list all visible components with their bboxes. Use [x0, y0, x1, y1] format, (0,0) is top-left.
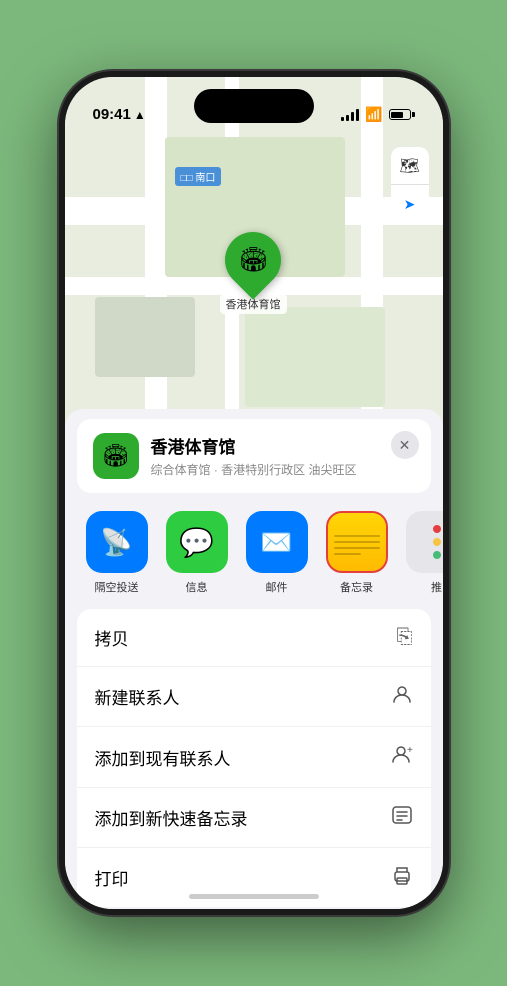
stadium-pin: 🏟 香港体育馆: [220, 232, 287, 314]
action-quick-note-label: 添加到新快速备忘录: [95, 805, 248, 830]
copy-icon: ⎘: [397, 626, 413, 649]
share-row: 📡 隔空投送 💬 信息 ✉️ 邮件: [65, 503, 443, 603]
airdrop-icon: 📡: [86, 511, 148, 573]
mail-icon: ✉️: [246, 511, 308, 573]
action-list: 拷贝 ⎘ 新建联系人 添加到现有联系人: [77, 609, 431, 907]
action-new-contact-label: 新建联系人: [95, 684, 180, 709]
status-right: 📶: [341, 106, 414, 123]
message-icon: 💬: [166, 511, 228, 573]
action-print-label: 打印: [95, 865, 129, 890]
phone-screen: 09:41 ▲ 📶: [65, 77, 443, 909]
phone-frame: 09:41 ▲ 📶: [59, 71, 449, 915]
dynamic-island: [194, 89, 314, 123]
action-copy[interactable]: 拷贝 ⎘: [77, 609, 431, 667]
action-quick-note[interactable]: 添加到新快速备忘录: [77, 788, 431, 848]
place-info: 香港体育馆 综合体育馆 · 香港特别行政区 油尖旺区: [151, 433, 415, 478]
mail-label: 邮件: [266, 579, 288, 595]
quick-note-icon: [391, 804, 413, 831]
close-button[interactable]: ✕: [391, 431, 419, 459]
action-add-existing-contact[interactable]: 添加到现有联系人 +: [77, 727, 431, 788]
more-label: 推: [431, 579, 442, 595]
notes-icon: [326, 511, 388, 573]
airdrop-label: 隔空投送: [95, 579, 139, 595]
place-icon: 🏟: [93, 433, 139, 479]
share-item-notes[interactable]: 备忘录: [317, 511, 397, 595]
stadium-icon: 🏟: [238, 246, 268, 275]
svg-text:+: +: [407, 745, 413, 756]
status-time: 09:41 ▲: [93, 106, 146, 123]
map-label: □□ 南口: [175, 167, 222, 186]
pin-circle: 🏟: [213, 220, 292, 299]
print-icon: [391, 864, 413, 891]
place-name: 香港体育馆: [151, 433, 415, 458]
map-controls: 🗺 ➤: [391, 147, 429, 223]
map-view-button[interactable]: 🗺: [391, 147, 429, 185]
signal-bars: [341, 109, 359, 121]
share-item-airdrop[interactable]: 📡 隔空投送: [77, 511, 157, 595]
notes-label: 备忘录: [340, 579, 373, 595]
message-label: 信息: [186, 579, 208, 595]
location-button[interactable]: ➤: [391, 185, 429, 223]
share-item-message[interactable]: 💬 信息: [157, 511, 237, 595]
place-card: 🏟 香港体育馆 综合体育馆 · 香港特别行政区 油尖旺区 ✕: [77, 419, 431, 493]
share-item-mail[interactable]: ✉️ 邮件: [237, 511, 317, 595]
action-new-contact[interactable]: 新建联系人: [77, 667, 431, 727]
location-icon: ▲: [134, 108, 146, 122]
add-existing-icon: +: [391, 743, 413, 771]
new-contact-icon: [391, 683, 413, 710]
share-item-more[interactable]: 推: [397, 511, 443, 595]
bottom-sheet: 🏟 香港体育馆 综合体育馆 · 香港特别行政区 油尖旺区 ✕ 📡 隔空投送: [65, 409, 443, 909]
action-copy-label: 拷贝: [95, 625, 129, 650]
wifi-icon: 📶: [365, 106, 382, 123]
more-icon: [406, 511, 443, 573]
home-indicator: [189, 894, 319, 899]
battery-icon: [389, 109, 415, 120]
action-add-existing-label: 添加到现有联系人: [95, 745, 231, 770]
place-description: 综合体育馆 · 香港特别行政区 油尖旺区: [151, 461, 415, 478]
